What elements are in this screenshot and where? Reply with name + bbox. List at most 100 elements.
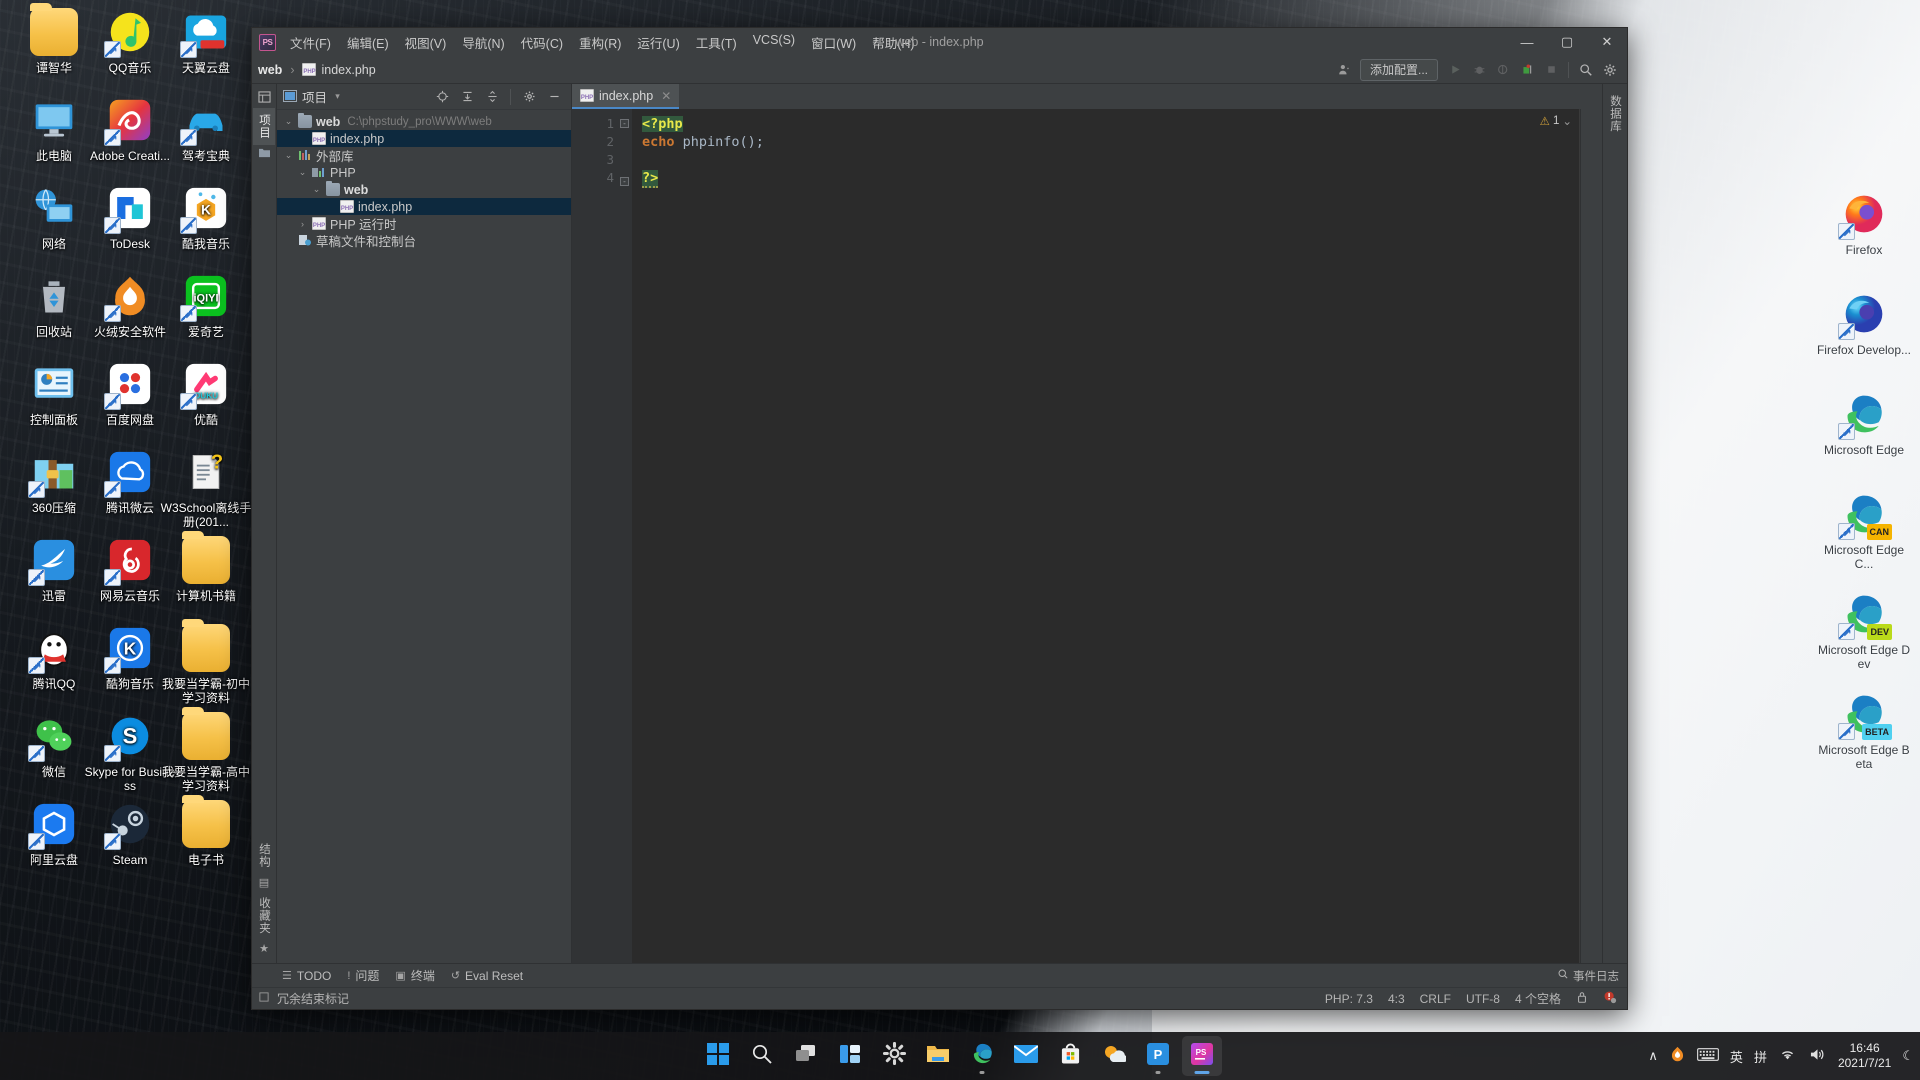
expand-all-icon[interactable] bbox=[456, 86, 478, 107]
tool-window-1[interactable]: ! 问题 bbox=[347, 967, 379, 984]
lock-icon[interactable] bbox=[1576, 991, 1588, 1007]
folder-icon[interactable] bbox=[258, 147, 271, 161]
desktop-icon-17[interactable]: ? W3School离线手册(201... bbox=[158, 448, 254, 529]
code-line[interactable] bbox=[642, 151, 1579, 169]
project-tree[interactable]: ⌄ web C:\phpstudy_pro\WWW\web PHP index.php ⌄… bbox=[277, 110, 571, 963]
star-icon[interactable]: ★ bbox=[259, 942, 269, 955]
desktop-icon-right-4[interactable]: DEV Microsoft Edge Dev bbox=[1816, 590, 1912, 671]
gear-icon[interactable] bbox=[1599, 59, 1621, 80]
tree-node-6[interactable]: › PHP PHP 运行时 bbox=[277, 215, 571, 232]
maximize-button[interactable]: ▢ bbox=[1547, 29, 1587, 56]
stop-button[interactable] bbox=[1540, 59, 1562, 80]
tool-window-0[interactable]: ☰ TODO bbox=[282, 967, 331, 984]
taskbar-search-button[interactable] bbox=[742, 1036, 782, 1076]
menu-item-6[interactable]: 运行(U) bbox=[629, 30, 687, 55]
menu-item-0[interactable]: 文件(F) bbox=[282, 30, 339, 55]
desktop-icon-right-0[interactable]: Firefox bbox=[1816, 190, 1912, 257]
menu-item-8[interactable]: VCS(S) bbox=[745, 30, 803, 55]
desktop-icon-11[interactable]: iQIYI 爱奇艺 bbox=[158, 272, 254, 339]
desktop-icon-14[interactable]: OUKU 优酷 bbox=[158, 360, 254, 427]
tree-node-4[interactable]: ⌄ web bbox=[277, 181, 571, 198]
minimize-button[interactable]: — bbox=[1507, 29, 1547, 56]
fold-marker-slot[interactable] bbox=[618, 137, 632, 155]
fold-marker-slot[interactable]: - bbox=[618, 119, 632, 137]
status-item-2[interactable]: CRLF bbox=[1420, 992, 1451, 1006]
breadcrumb-project[interactable]: web bbox=[258, 63, 282, 77]
taskbar-task-view-button[interactable] bbox=[786, 1036, 826, 1076]
taskbar-phpstorm-button[interactable]: PS bbox=[1182, 1036, 1222, 1076]
hide-panel-icon[interactable] bbox=[543, 86, 565, 107]
tree-node-7[interactable]: 草稿文件和控制台 bbox=[277, 232, 571, 249]
tree-node-5[interactable]: PHP index.php bbox=[277, 198, 571, 215]
menu-item-1[interactable]: 编辑(E) bbox=[339, 30, 397, 55]
run-configuration-selector[interactable]: 添加配置... bbox=[1359, 58, 1438, 81]
debug-button[interactable] bbox=[1468, 59, 1490, 80]
breadcrumb[interactable]: web › PHP index.php bbox=[258, 63, 376, 77]
ime-language-indicator[interactable]: 英 bbox=[1730, 1047, 1743, 1066]
taskbar-store-button[interactable] bbox=[1050, 1036, 1090, 1076]
windows-taskbar[interactable]: P PS ∧ 英 拼 16:46 2021/7/21 ☾ bbox=[0, 1032, 1920, 1080]
desktop-icon-23[interactable]: 我要当学霸-初中学习资料 bbox=[158, 619, 254, 705]
desktop-icon-right-3[interactable]: CAN Microsoft Edge C... bbox=[1816, 490, 1912, 571]
desktop-icon-5[interactable]: 驾考宝典 bbox=[158, 96, 254, 163]
desktop-icon-29[interactable]: 电子书 bbox=[158, 795, 254, 867]
menu-item-2[interactable]: 视图(V) bbox=[397, 30, 455, 55]
project-window-icon[interactable] bbox=[257, 91, 271, 106]
taskbar-clock[interactable]: 16:46 2021/7/21 bbox=[1838, 1041, 1891, 1071]
code-fold-icon[interactable]: - bbox=[620, 119, 629, 128]
status-item-3[interactable]: UTF-8 bbox=[1466, 992, 1500, 1006]
fold-marker-slot[interactable] bbox=[618, 155, 632, 173]
menu-item-5[interactable]: 重构(R) bbox=[571, 30, 629, 55]
profile-button[interactable] bbox=[1516, 59, 1538, 80]
inspection-status-widget[interactable]: ⚠ 1 ⌄ bbox=[1540, 114, 1572, 128]
menu-item-3[interactable]: 导航(N) bbox=[454, 30, 512, 55]
desktop-icon-right-1[interactable]: Firefox Develop... bbox=[1816, 290, 1912, 357]
taskbar-phpstudy-button[interactable]: P bbox=[1138, 1036, 1178, 1076]
tree-expand-arrow[interactable]: ⌄ bbox=[311, 184, 322, 195]
tray-chevron-icon[interactable]: ∧ bbox=[1648, 1048, 1658, 1064]
phpstorm-window[interactable]: PS 文件(F) 编辑(E) 视图(V) 导航(N) 代码(C) 重构(R) 运行(U) 工具… bbox=[251, 27, 1628, 1010]
sidebar-item-structure[interactable]: 结构 bbox=[253, 837, 275, 874]
run-button[interactable] bbox=[1444, 59, 1466, 80]
desktop-icon-right-2[interactable]: Microsoft Edge bbox=[1816, 390, 1912, 457]
desktop-icon-20[interactable]: 计算机书籍 bbox=[158, 531, 254, 603]
status-item-1[interactable]: 4:3 bbox=[1388, 992, 1405, 1006]
tool-window-3[interactable]: ↺ Eval Reset bbox=[451, 967, 523, 984]
locate-file-icon[interactable] bbox=[431, 86, 453, 107]
volume-icon[interactable] bbox=[1808, 1047, 1827, 1065]
menu-item-10[interactable]: 帮助(H) bbox=[864, 30, 922, 55]
tree-expand-arrow[interactable]: › bbox=[297, 219, 308, 229]
tree-expand-arrow[interactable]: ⌄ bbox=[283, 116, 294, 127]
code-content[interactable]: <?php echo phpinfo(); ?> bbox=[632, 109, 1579, 963]
inspection-warning-icon[interactable] bbox=[1603, 990, 1617, 1007]
desktop-icon-26[interactable]: 我要当学霸-高中学习资料 bbox=[158, 707, 254, 793]
menu-item-9[interactable]: 窗口(W) bbox=[803, 30, 864, 55]
structure-icon[interactable]: ▤ bbox=[259, 876, 269, 889]
taskbar-weather-button[interactable] bbox=[1094, 1036, 1134, 1076]
ime-mode-indicator[interactable]: 拼 bbox=[1754, 1047, 1767, 1066]
code-editor[interactable]: 1234 -- <?php echo phpinfo(); ?> bbox=[572, 109, 1580, 963]
status-item-0[interactable]: PHP: 7.3 bbox=[1325, 992, 1373, 1006]
breadcrumb-file[interactable]: index.php bbox=[321, 63, 375, 77]
sidebar-item-project[interactable]: 项目 bbox=[253, 108, 275, 145]
sidebar-item-database[interactable]: 数据库 bbox=[1604, 89, 1626, 139]
search-icon[interactable] bbox=[1575, 59, 1597, 80]
tree-node-3[interactable]: ⌄ PHP bbox=[277, 164, 571, 181]
notification-icon[interactable]: ☾ bbox=[1902, 1048, 1914, 1064]
tree-expand-arrow[interactable]: ⌄ bbox=[283, 150, 294, 161]
code-fold-gutter[interactable]: -- bbox=[618, 109, 632, 963]
event-log-button[interactable]: 事件日志 bbox=[1557, 968, 1627, 984]
desktop-icon-2[interactable]: 天翼云盘 bbox=[158, 8, 254, 75]
fold-marker-slot[interactable]: - bbox=[618, 177, 632, 195]
close-button[interactable]: ✕ bbox=[1587, 29, 1627, 56]
taskbar-start-button[interactable] bbox=[698, 1036, 738, 1076]
taskbar-mail-button[interactable] bbox=[1006, 1036, 1046, 1076]
editor-scrollbar[interactable] bbox=[1580, 109, 1602, 963]
code-line[interactable]: echo phpinfo(); bbox=[642, 133, 1579, 151]
code-line[interactable]: ?> bbox=[642, 169, 1579, 188]
taskbar-widgets-button[interactable] bbox=[830, 1036, 870, 1076]
wifi-icon[interactable] bbox=[1778, 1047, 1797, 1065]
huorong-tray-icon[interactable] bbox=[1669, 1046, 1686, 1066]
desktop-icon-right-5[interactable]: BETA Microsoft Edge Beta bbox=[1816, 690, 1912, 771]
panel-gear-icon[interactable] bbox=[518, 86, 540, 107]
